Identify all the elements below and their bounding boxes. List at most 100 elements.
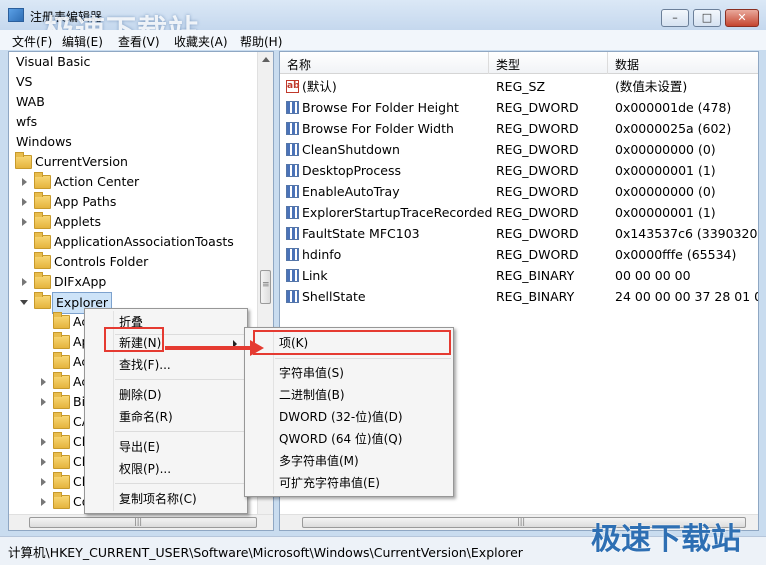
menu-item-export[interactable]: 导出(E) — [85, 436, 247, 458]
menu-item-label: DWORD (32-位)值(D) — [279, 410, 403, 424]
expand-icon[interactable] — [22, 178, 27, 186]
menu-separator — [115, 379, 245, 380]
tree-item[interactable]: Action Center — [9, 172, 269, 192]
value-row[interactable]: FaultState MFC103 REG_DWORD 0x143537c6 (33… — [280, 223, 758, 244]
grip-icon: ||| — [517, 517, 526, 526]
value-type: REG_BINARY — [496, 289, 575, 304]
submenu-item-string-value[interactable]: 字符串值(S) — [245, 362, 453, 384]
value-type: REG_DWORD — [496, 142, 579, 157]
folder-icon — [53, 312, 70, 329]
tree-item[interactable]: ApplicationAssociationToasts — [9, 232, 269, 252]
menu-item-copy-key-name[interactable]: 复制项名称(C) — [85, 488, 247, 510]
expand-icon[interactable] — [41, 478, 46, 486]
tree-item[interactable]: App Paths — [9, 192, 269, 212]
menu-item-label: 导出(E) — [119, 440, 160, 454]
values-header: 名称 类型 数据 — [280, 52, 758, 74]
folder-icon — [53, 352, 70, 369]
column-divider[interactable] — [488, 52, 489, 74]
tree-horizontal-scrollbar[interactable]: ||| — [9, 514, 273, 530]
value-name: Browse For Folder Width — [302, 121, 454, 136]
submenu-item-dword-value[interactable]: DWORD (32-位)值(D) — [245, 406, 453, 428]
tree-item-label: App Paths — [54, 194, 117, 209]
collapse-icon[interactable] — [20, 300, 28, 305]
value-name: (默认) — [302, 79, 337, 94]
value-name: hdinfo — [302, 247, 342, 262]
value-data: 0x00000001 (1) — [615, 163, 716, 178]
menu-item-rename[interactable]: 重命名(R) — [85, 406, 247, 428]
menu-help[interactable]: 帮助(H) — [240, 33, 282, 50]
tree-scroll-thumb[interactable]: ≡ — [260, 270, 271, 304]
folder-icon — [53, 452, 70, 469]
tree-hscroll-thumb[interactable]: ||| — [29, 517, 257, 528]
tree-item-label: Controls Folder — [54, 254, 149, 269]
value-row[interactable]: CleanShutdown REG_DWORD 0x00000000 (0) — [280, 139, 758, 160]
maximize-button[interactable]: □ — [693, 9, 721, 27]
value-name: Browse For Folder Height — [302, 100, 459, 115]
scroll-up-icon[interactable] — [262, 57, 270, 62]
tree-item[interactable]: Applets — [9, 212, 269, 232]
value-type: REG_DWORD — [496, 205, 579, 220]
value-row[interactable]: Link REG_BINARY 00 00 00 00 — [280, 265, 758, 286]
value-name: EnableAutoTray — [302, 184, 400, 199]
expand-icon[interactable] — [41, 458, 46, 466]
value-row[interactable]: Browse For Folder Width REG_DWORD 0x000002… — [280, 118, 758, 139]
value-row[interactable]: ab (默认) REG_SZ (数值未设置) — [280, 76, 758, 97]
minimize-button[interactable]: – — [661, 9, 689, 27]
value-type: REG_SZ — [496, 79, 546, 94]
value-row[interactable]: ExplorerStartupTraceRecorded REG_DWORD 0x0… — [280, 202, 758, 223]
folder-icon — [34, 252, 51, 269]
value-row[interactable]: Browse For Folder Height REG_DWORD 0x00000… — [280, 97, 758, 118]
folder-icon — [15, 152, 32, 169]
string-value-icon: ab — [286, 80, 300, 93]
close-button[interactable]: ✕ — [725, 9, 759, 27]
expand-icon[interactable] — [22, 218, 27, 226]
column-data[interactable]: 数据 — [615, 56, 639, 73]
folder-icon — [53, 432, 70, 449]
menu-separator — [115, 431, 245, 432]
value-data: 00 00 00 00 — [615, 268, 691, 283]
column-divider[interactable] — [607, 52, 608, 74]
tree-item-currentversion[interactable]: CurrentVersion — [9, 152, 269, 172]
menu-view[interactable]: 查看(V) — [118, 33, 160, 50]
menu-item-find[interactable]: 查找(F)... — [85, 354, 247, 376]
submenu-item-binary-value[interactable]: 二进制值(B) — [245, 384, 453, 406]
value-row[interactable]: EnableAutoTray REG_DWORD 0x00000000 (0) — [280, 181, 758, 202]
tree-item-label: DIFxApp — [54, 274, 107, 289]
expand-icon[interactable] — [22, 278, 27, 286]
expand-icon[interactable] — [41, 378, 46, 386]
value-row[interactable]: DesktopProcess REG_DWORD 0x00000001 (1) — [280, 160, 758, 181]
value-row[interactable]: ShellState REG_BINARY 24 00 00 00 37 28 01… — [280, 286, 758, 307]
tree-item[interactable]: DIFxApp — [9, 272, 269, 292]
menu-favorites[interactable]: 收藏夹(A) — [174, 33, 228, 50]
value-name: Link — [302, 268, 328, 283]
submenu-item-expandable-string-value[interactable]: 可扩充字符串值(E) — [245, 472, 453, 494]
expand-icon[interactable] — [22, 198, 27, 206]
value-row[interactable]: hdinfo REG_DWORD 0x0000fffe (65534) — [280, 244, 758, 265]
tree-item-label: Visual Basic — [16, 54, 91, 69]
menu-item-permissions[interactable]: 权限(P)... — [85, 458, 247, 480]
tree-item[interactable]: Controls Folder — [9, 252, 269, 272]
expand-icon[interactable] — [41, 498, 46, 506]
menu-item-label: 重命名(R) — [119, 410, 173, 424]
column-name[interactable]: 名称 — [287, 56, 311, 73]
folder-icon — [53, 492, 70, 509]
column-type[interactable]: 类型 — [496, 56, 520, 73]
submenu-item-multi-string-value[interactable]: 多字符串值(M) — [245, 450, 453, 472]
menu-item-label: 字符串值(S) — [279, 366, 344, 380]
submenu-item-qword-value[interactable]: QWORD (64 位)值(Q) — [245, 428, 453, 450]
menu-bar: 文件(F) 编辑(E) 查看(V) 收藏夹(A) 帮助(H) — [0, 30, 766, 50]
expand-icon[interactable] — [41, 438, 46, 446]
value-type: REG_BINARY — [496, 268, 575, 283]
expand-icon[interactable] — [41, 398, 46, 406]
value-name: DesktopProcess — [302, 163, 401, 178]
annotation-arrow-line — [165, 346, 253, 350]
value-name: ExplorerStartupTraceRecorded — [302, 205, 493, 220]
menu-file[interactable]: 文件(F) — [12, 33, 52, 50]
value-data: 0x0000025a (602) — [615, 121, 732, 136]
menu-item-delete[interactable]: 删除(D) — [85, 384, 247, 406]
highlight-new-box — [104, 327, 164, 352]
menu-item-label: QWORD (64 位)值(Q) — [279, 432, 403, 446]
menu-separator — [275, 358, 451, 359]
menu-edit[interactable]: 编辑(E) — [62, 33, 103, 50]
tree-item-label: VS — [16, 74, 33, 89]
